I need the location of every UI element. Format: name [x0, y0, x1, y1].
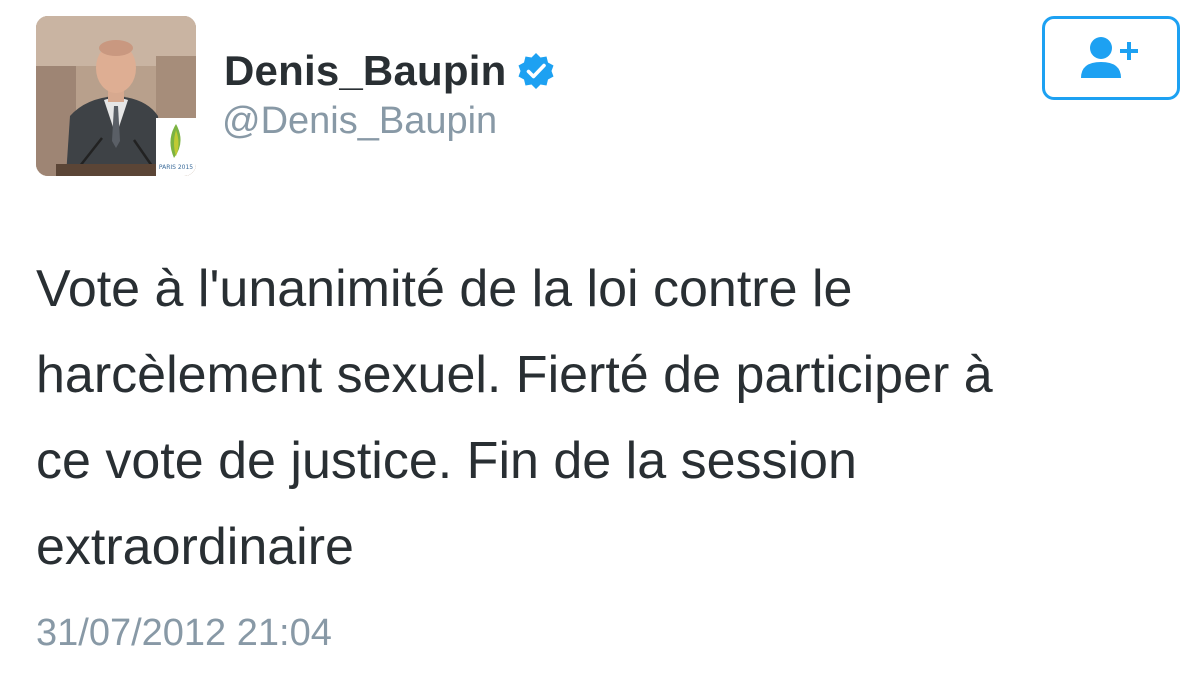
verified-badge-icon: [516, 51, 556, 91]
tweet-timestamp[interactable]: 31/07/2012 21:04: [36, 612, 332, 655]
avatar-photo: PARIS 2015: [36, 16, 196, 176]
display-name[interactable]: Denis_Baupin: [224, 47, 506, 95]
author-name-row: Denis_Baupin: [224, 44, 556, 98]
avatar[interactable]: PARIS 2015: [36, 16, 196, 176]
tweet-text: Vote à l'unanimité de la loi contre le h…: [36, 260, 993, 576]
add-user-icon: [1081, 37, 1138, 78]
follow-button[interactable]: [1042, 16, 1180, 100]
tweet-card: PARIS 2015 Denis_Baupin @Denis_Baupin Vo…: [0, 0, 1200, 688]
svg-text:PARIS 2015: PARIS 2015: [159, 164, 193, 171]
user-handle[interactable]: @Denis_Baupin: [222, 100, 497, 143]
